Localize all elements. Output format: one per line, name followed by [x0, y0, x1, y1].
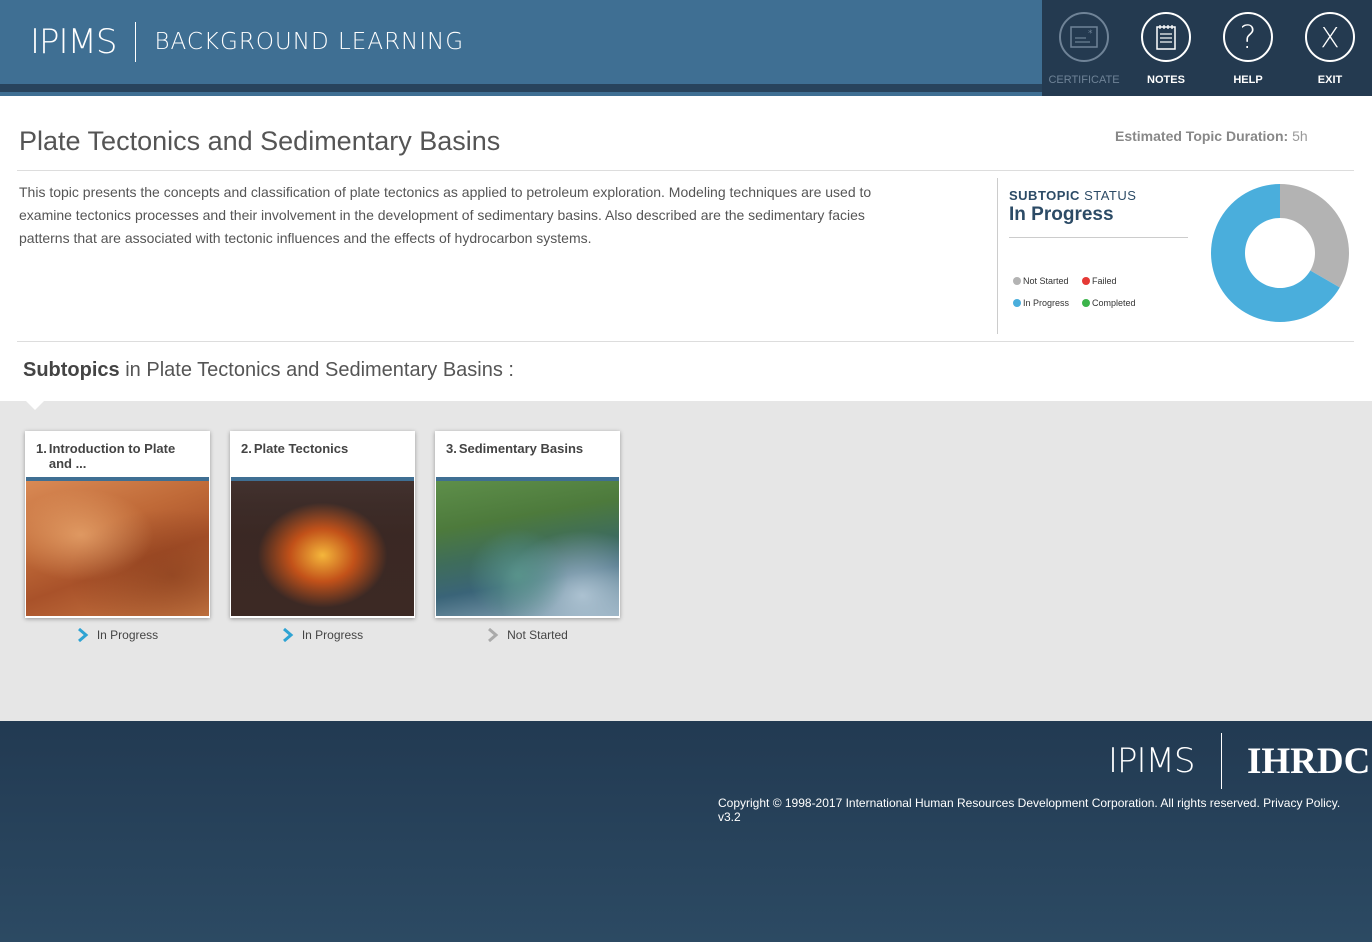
- card-status: In Progress: [230, 628, 415, 642]
- legend-label: Failed: [1092, 276, 1117, 286]
- footer-ihrdc-logo: IHRDC: [1247, 741, 1371, 782]
- legend-label: Not Started: [1023, 276, 1069, 286]
- chevron-right-icon: [488, 628, 499, 642]
- header-accent-strip: [0, 84, 1042, 92]
- subtopics-heading-rest: in Plate Tectonics and Sedimentary Basin…: [125, 359, 514, 381]
- card-status-text: Not Started: [507, 628, 568, 642]
- divider: [17, 170, 1354, 171]
- brand-divider: [135, 22, 137, 62]
- subtopics-heading: Subtopics in Plate Tectonics and Sedimen…: [23, 359, 514, 382]
- footer-divider: [1221, 733, 1222, 789]
- divider: [17, 341, 1354, 342]
- certificate-icon: *: [1059, 12, 1109, 62]
- footer: IPIMS IHRDC Copyright © 1998-2017 Intern…: [0, 721, 1372, 942]
- close-icon: X: [1305, 12, 1355, 62]
- card-number: 3.: [446, 441, 457, 456]
- status-value: In Progress: [1009, 204, 1114, 225]
- card-thumbnail[interactable]: [231, 477, 414, 616]
- legend-item-in-progress: In Progress: [1013, 298, 1069, 308]
- subtopic-status-panel: SUBTOPIC STATUS In Progress Not Started …: [997, 178, 1354, 334]
- legend-dot: [1013, 299, 1021, 307]
- status-heading: SUBTOPIC STATUS: [1009, 188, 1136, 203]
- card-title: 1. Introduction to Plate and ...: [36, 441, 201, 471]
- legend-item-failed: Failed: [1082, 276, 1117, 286]
- certificate-button[interactable]: * CERTIFICATE: [1043, 12, 1125, 92]
- certificate-label: CERTIFICATE: [1048, 74, 1120, 86]
- section-notch: [26, 401, 44, 410]
- card-thumbnail[interactable]: [26, 477, 209, 616]
- notes-button[interactable]: NOTES: [1125, 12, 1207, 92]
- chevron-right-icon: [77, 628, 89, 642]
- exit-label: EXIT: [1317, 74, 1343, 86]
- card-number: 1.: [36, 441, 47, 456]
- duration-value: 5h: [1292, 128, 1308, 144]
- legend-dot: [1082, 299, 1090, 307]
- card-thumbnail[interactable]: [436, 477, 619, 616]
- notes-icon: [1141, 12, 1191, 62]
- subtopic-card-3[interactable]: 3. Sedimentary Basins: [435, 431, 620, 618]
- page-title: Plate Tectonics and Sedimentary Basins: [19, 126, 501, 156]
- card-status: In Progress: [25, 628, 210, 642]
- divider: [1009, 237, 1188, 238]
- topic-duration: Estimated Topic Duration: 5h: [1115, 128, 1308, 144]
- legend-item-not-started: Not Started: [1013, 276, 1069, 286]
- exit-button[interactable]: X EXIT: [1289, 12, 1371, 92]
- subtopics-heading-bold: Subtopics: [23, 359, 120, 381]
- toolbar: * CERTIFICATE NOTES ? HELP X EXIT: [1042, 0, 1372, 96]
- copyright-text[interactable]: Copyright © 1998-2017 International Huma…: [718, 796, 1358, 824]
- legend-label: In Progress: [1023, 298, 1070, 308]
- subtopic-card-2[interactable]: 2. Plate Tectonics: [230, 431, 415, 618]
- legend-dot: [1082, 277, 1090, 285]
- section-title: BACKGROUND LEARNING: [154, 29, 465, 55]
- legend-item-completed: Completed: [1082, 298, 1136, 308]
- donut-slice-not-started: [1280, 184, 1349, 288]
- topic-description: This topic presents the concepts and cla…: [19, 184, 872, 246]
- status-heading-bold: SUBTOPIC: [1009, 188, 1080, 203]
- help-button[interactable]: ? HELP: [1207, 12, 1289, 92]
- legend-label: Completed: [1092, 298, 1136, 308]
- notes-label: NOTES: [1147, 74, 1185, 86]
- app-header: IPIMS BACKGROUND LEARNING * CERTIFICATE …: [0, 0, 1372, 96]
- subtopic-cards-area: 1. Introduction to Plate and ... In Prog…: [0, 401, 1372, 721]
- card-status: Not Started: [435, 628, 620, 642]
- card-title-text: Plate Tectonics: [253, 441, 349, 456]
- card-title-text: Introduction to Plate and ...: [48, 441, 176, 471]
- svg-text:*: *: [1088, 29, 1093, 39]
- status-donut-chart: [1211, 184, 1349, 322]
- duration-label: Estimated Topic Duration:: [1115, 128, 1289, 144]
- ipims-logo: IPIMS: [30, 22, 117, 62]
- status-heading-rest: STATUS: [1084, 188, 1137, 203]
- footer-ipims-logo: IPIMS: [1108, 741, 1195, 781]
- card-status-text: In Progress: [301, 628, 364, 642]
- card-number: 2.: [241, 441, 252, 456]
- card-title: 2. Plate Tectonics: [241, 441, 406, 456]
- card-title: 3. Sedimentary Basins: [446, 441, 611, 456]
- help-icon: ?: [1223, 12, 1273, 62]
- chevron-right-icon: [282, 628, 294, 642]
- legend-dot: [1013, 277, 1021, 285]
- subtopic-card-1[interactable]: 1. Introduction to Plate and ...: [25, 431, 210, 618]
- card-status-text: In Progress: [96, 628, 159, 642]
- brand: IPIMS BACKGROUND LEARNING: [30, 20, 464, 64]
- help-label: HELP: [1233, 74, 1263, 86]
- card-title-text: Sedimentary Basins: [458, 441, 584, 456]
